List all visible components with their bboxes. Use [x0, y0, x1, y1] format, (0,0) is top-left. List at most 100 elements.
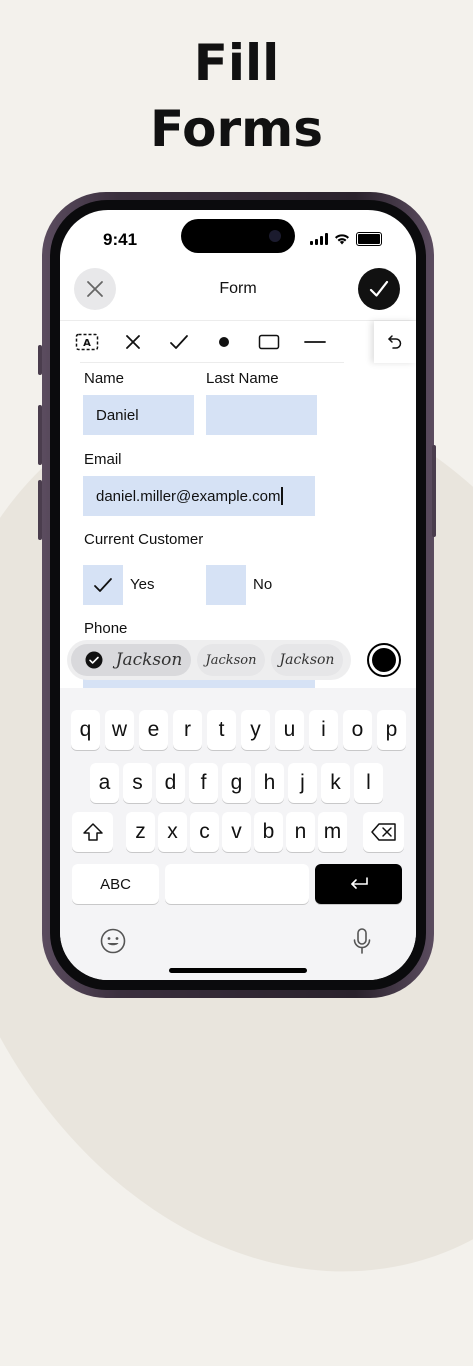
key-x[interactable]: x — [158, 812, 187, 852]
shift-key[interactable] — [72, 812, 113, 852]
key-w[interactable]: w — [105, 710, 134, 750]
phone-power-button — [432, 445, 436, 537]
phone-screen: 9:41 Form A Name Last Name Daniel Email … — [60, 210, 416, 980]
checkmark-icon — [170, 335, 188, 349]
emoji-icon[interactable] — [100, 928, 126, 954]
text-cursor — [281, 487, 283, 505]
checkmark-icon — [369, 280, 389, 297]
rectangle-tool[interactable] — [256, 329, 282, 355]
name-field[interactable]: Daniel — [83, 395, 194, 435]
key-m[interactable]: m — [318, 812, 347, 852]
headline-line-2: Forms — [150, 100, 323, 158]
key-p[interactable]: p — [377, 710, 406, 750]
toolbar-divider — [80, 362, 344, 363]
email-label: Email — [84, 451, 122, 468]
camera-dot — [269, 230, 281, 242]
phone-volume-up — [38, 405, 42, 465]
undo-button[interactable] — [374, 321, 416, 363]
undo-icon — [388, 335, 402, 349]
key-q[interactable]: q — [71, 710, 100, 750]
name-label: Name — [84, 370, 125, 387]
return-icon — [350, 877, 368, 889]
key-r[interactable]: r — [173, 710, 202, 750]
phone-volume-down — [38, 480, 42, 540]
selected-check-icon — [85, 651, 103, 669]
key-e[interactable]: e — [139, 710, 168, 750]
check-tool[interactable] — [166, 329, 192, 355]
key-n[interactable]: n — [286, 812, 315, 852]
key-s[interactable]: s — [123, 763, 152, 803]
headline: Fill Forms — [0, 30, 473, 162]
key-f[interactable]: f — [189, 763, 218, 803]
email-field[interactable]: daniel.miller@example.com — [83, 476, 315, 516]
line-icon — [304, 341, 326, 343]
annotation-toolbar: A — [60, 320, 416, 363]
headline-line-1: Fill — [193, 34, 280, 92]
nav-bar: Form — [60, 268, 416, 320]
rectangle-icon — [258, 334, 280, 350]
key-y[interactable]: y — [241, 710, 270, 750]
yes-label: Yes — [130, 576, 155, 593]
key-z[interactable]: z — [126, 812, 155, 852]
email-value: daniel.miller@example.com — [96, 487, 281, 505]
key-o[interactable]: o — [343, 710, 372, 750]
signature-text-2: Jackson — [205, 652, 257, 668]
key-l[interactable]: l — [354, 763, 383, 803]
pen-color-button[interactable] — [367, 643, 401, 677]
keyboard-row-3: zxcvbnm — [60, 812, 416, 852]
signal-icon — [310, 233, 328, 245]
last-name-label: Last Name — [206, 370, 279, 387]
key-i[interactable]: i — [309, 710, 338, 750]
key-b[interactable]: b — [254, 812, 283, 852]
dot-tool[interactable] — [211, 329, 237, 355]
current-customer-label: Current Customer — [84, 531, 204, 548]
key-d[interactable]: d — [156, 763, 185, 803]
yes-checkbox[interactable] — [83, 565, 123, 605]
return-key[interactable] — [315, 864, 402, 904]
line-tool[interactable] — [302, 329, 328, 355]
key-h[interactable]: h — [255, 763, 284, 803]
svg-text:A: A — [83, 338, 91, 349]
key-u[interactable]: u — [275, 710, 304, 750]
dot-icon — [219, 337, 229, 347]
phone-mute-switch — [38, 345, 42, 375]
signature-option-2[interactable]: Jackson — [197, 644, 265, 676]
text-box-tool[interactable]: A — [74, 329, 100, 355]
key-k[interactable]: k — [321, 763, 350, 803]
no-label: No — [253, 576, 273, 593]
key-j[interactable]: j — [288, 763, 317, 803]
status-time: 9:41 — [103, 230, 138, 249]
signature-option-3[interactable]: Jackson — [271, 644, 343, 676]
keyboard: qwertyuiop asdfghjkl zxcvbnm ABC — [60, 688, 416, 980]
signature-text-3: Jackson — [279, 652, 335, 668]
shift-icon — [82, 823, 103, 841]
signature-picker: Jackson Jackson Jackson — [67, 640, 351, 680]
key-a[interactable]: a — [90, 763, 119, 803]
text-box-icon: A — [75, 333, 99, 351]
last-name-field[interactable] — [206, 395, 317, 435]
space-key[interactable] — [165, 864, 309, 904]
signature-text-1: Jackson — [115, 650, 183, 670]
pen-color-swatch — [372, 648, 396, 672]
cross-tool[interactable] — [120, 329, 146, 355]
key-v[interactable]: v — [222, 812, 251, 852]
keyboard-row-4: ABC — [60, 864, 416, 904]
status-icons — [310, 232, 382, 246]
no-checkbox[interactable] — [206, 565, 246, 605]
cross-mark-icon — [126, 335, 140, 349]
phone-label: Phone — [84, 620, 128, 637]
delete-key[interactable] — [363, 812, 404, 852]
microphone-icon[interactable] — [352, 927, 372, 955]
backspace-icon — [370, 823, 396, 841]
keyboard-row-1: qwertyuiop — [60, 710, 416, 750]
key-g[interactable]: g — [222, 763, 251, 803]
home-indicator — [169, 968, 307, 973]
key-t[interactable]: t — [207, 710, 236, 750]
key-c[interactable]: c — [190, 812, 219, 852]
dynamic-island — [181, 219, 295, 253]
done-button[interactable] — [358, 268, 400, 310]
checkmark-icon — [94, 578, 112, 592]
name-value: Daniel — [96, 406, 139, 424]
abc-key[interactable]: ABC — [72, 864, 159, 904]
signature-option-1[interactable]: Jackson — [71, 644, 191, 676]
